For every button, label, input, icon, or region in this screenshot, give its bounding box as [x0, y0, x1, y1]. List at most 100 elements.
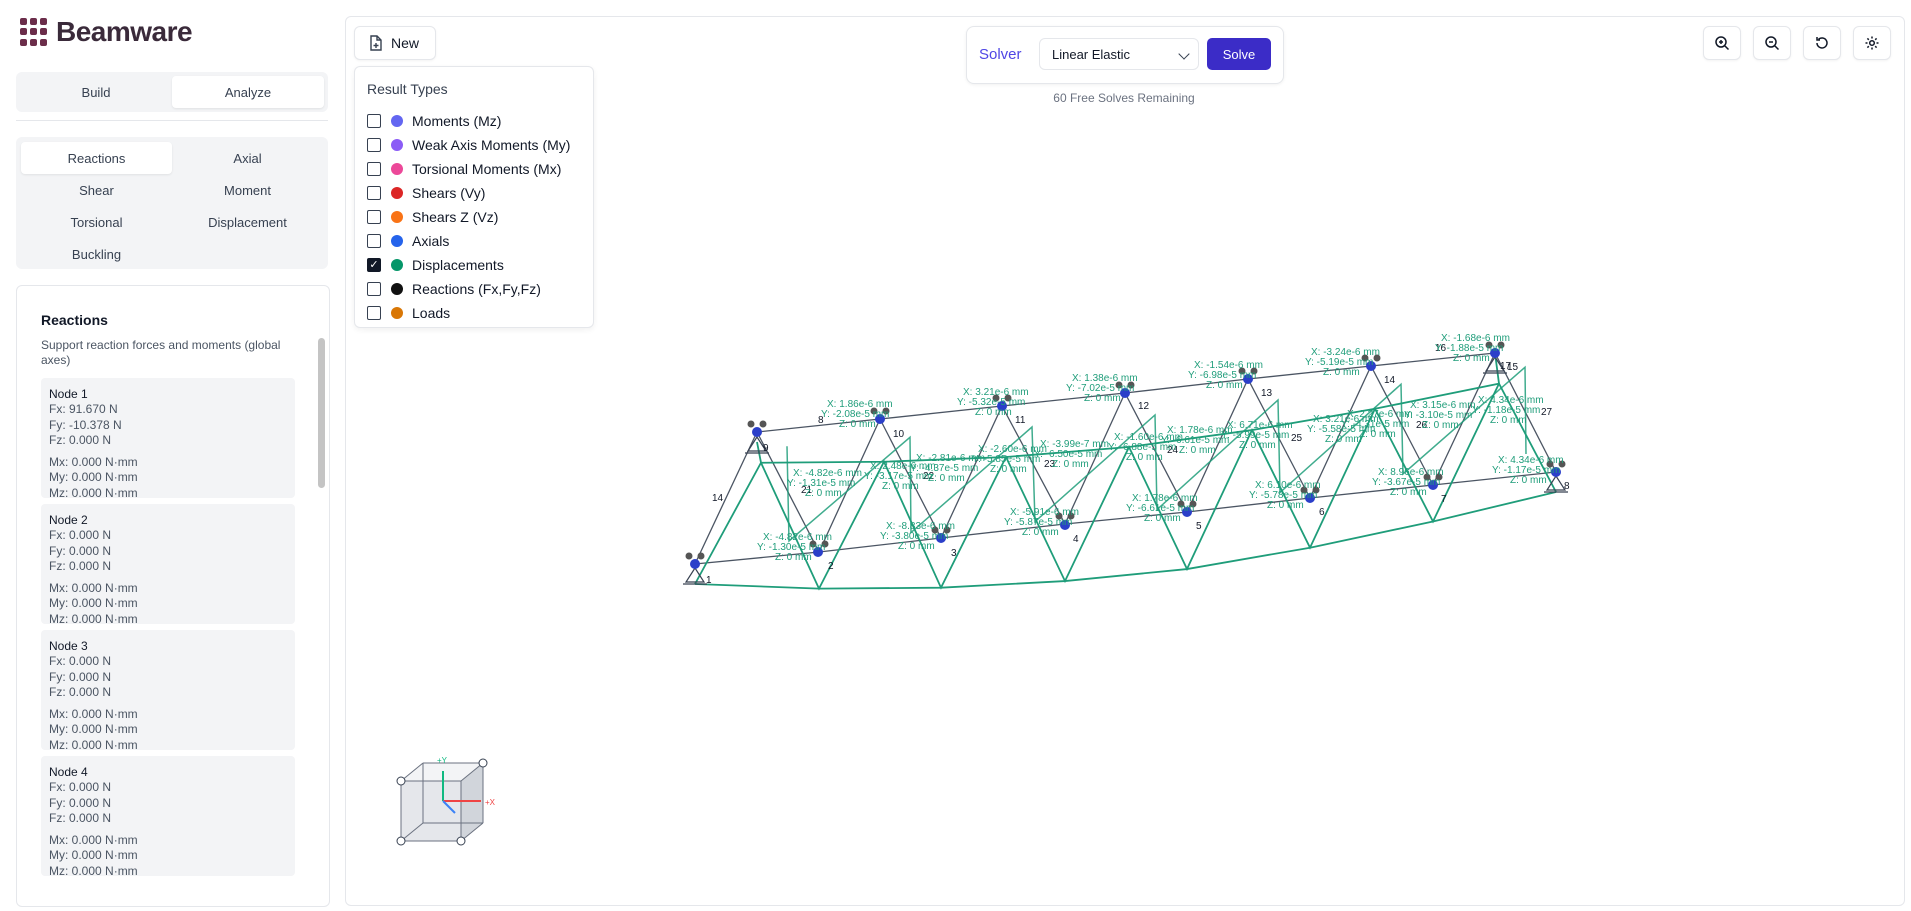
- node-card: Node 2 Fx: 0.000 N Fy: 0.000 N Fz: 0.000…: [41, 504, 295, 626]
- view-cube-corner: [456, 836, 466, 846]
- node-fx: Fx: 0.000 N: [49, 654, 112, 668]
- result-type-checkbox[interactable]: [367, 282, 381, 296]
- displacement-label: Z: 0 mm: [1323, 367, 1360, 378]
- new-button-label: New: [391, 35, 420, 51]
- solve-button[interactable]: Solve: [1207, 38, 1271, 70]
- displacement-label: Z: 0 mm: [1359, 429, 1396, 440]
- result-type-option[interactable]: Moments (Mz): [367, 111, 501, 131]
- node-point: [752, 427, 762, 437]
- result-type-checkbox[interactable]: [367, 306, 381, 320]
- app-logo[interactable]: Beamware: [20, 16, 193, 48]
- tab-displacement[interactable]: Displacement: [172, 206, 323, 238]
- new-button[interactable]: New: [354, 26, 436, 60]
- result-type-option[interactable]: Loads: [367, 303, 450, 323]
- node-name: Node 1: [49, 387, 88, 401]
- node-fz: Fz: 0.000 N: [49, 685, 112, 700]
- node-fx: Fx: 0.000 N: [49, 780, 112, 794]
- result-type-label: Moments (Mz): [412, 113, 502, 129]
- app-name: Beamware: [56, 16, 193, 47]
- joint: [685, 552, 693, 560]
- result-type-color-dot: [391, 283, 403, 295]
- new-file-icon: [370, 35, 382, 51]
- solver-select-value: Linear Elastic: [1052, 46, 1131, 62]
- node-label: 2: [828, 561, 834, 572]
- tab-axial[interactable]: Axial: [172, 142, 323, 174]
- result-type-option[interactable]: Displacements: [367, 255, 504, 275]
- node-fz: Fz: 0.000 N: [49, 433, 112, 448]
- tab-torsional[interactable]: Torsional: [21, 206, 172, 238]
- result-type-color-dot: [391, 139, 403, 151]
- result-type-option[interactable]: Shears (Vy): [367, 183, 485, 203]
- node-label: 25: [1291, 433, 1303, 444]
- result-type-option[interactable]: Reactions (Fx,Fy,Fz): [367, 279, 541, 299]
- displacement-label: Z: 0 mm: [882, 481, 919, 492]
- result-types-panel: Result Types Moments (Mz) Weak Axis Momen…: [354, 66, 594, 328]
- displacement-label: Z: 0 mm: [1390, 487, 1427, 498]
- node-fy: Fy: 0.000 N: [49, 669, 112, 684]
- joint: [697, 552, 705, 560]
- result-type-checkbox[interactable]: [367, 138, 381, 152]
- node-mx: Mx: 0.000 N·mm: [49, 832, 138, 847]
- displacement-label: Z: 0 mm: [775, 552, 812, 563]
- tab-reactions[interactable]: Reactions: [21, 142, 172, 174]
- zoom-in-icon: [1715, 36, 1730, 51]
- node-mz: Mz: 0.000 N·mm: [49, 737, 138, 752]
- displacement-label: Z: 0 mm: [1022, 527, 1059, 538]
- displacement-label: Z: 0 mm: [1490, 415, 1527, 426]
- node-name: Node 4: [49, 765, 88, 779]
- panel-subtitle: Support reaction forces and moments (glo…: [41, 338, 281, 367]
- pin-support-icon: [684, 566, 706, 583]
- joint: [747, 420, 755, 428]
- x-axis-label: +X: [485, 798, 496, 807]
- settings-icon: [1865, 36, 1879, 50]
- node-fz: Fz: 0.000 N: [49, 559, 112, 574]
- tab-buckling[interactable]: Buckling: [21, 238, 172, 270]
- node-mz: Mz: 0.000 N·mm: [49, 485, 138, 500]
- solver-label: Solver: [979, 46, 1022, 63]
- result-type-checkbox[interactable]: [367, 114, 381, 128]
- displacement-label: Z: 0 mm: [975, 407, 1012, 418]
- tab-moment[interactable]: Moment: [172, 174, 323, 206]
- displacement-label: Z: 0 mm: [1144, 513, 1181, 524]
- settings-button[interactable]: [1853, 26, 1891, 60]
- node-fx: Fx: 0.000 N: [49, 528, 112, 542]
- result-type-checkbox[interactable]: [367, 186, 381, 200]
- result-type-checkbox[interactable]: [367, 210, 381, 224]
- node-fy: Fy: 0.000 N: [49, 795, 112, 810]
- node-label: 4: [1073, 534, 1079, 545]
- zoom-out-icon: [1765, 36, 1780, 51]
- displacement-label: Z: 0 mm: [1267, 500, 1304, 511]
- result-type-option[interactable]: Weak Axis Moments (My): [367, 135, 570, 155]
- tab-shear[interactable]: Shear: [21, 174, 172, 206]
- node-label: 9: [763, 443, 769, 454]
- result-type-option[interactable]: Axials: [367, 231, 449, 251]
- reset-view-button[interactable]: [1803, 26, 1841, 60]
- displacement-label: Z: 0 mm: [1052, 459, 1089, 470]
- solver-select[interactable]: Linear Elastic: [1039, 38, 1199, 70]
- result-type-label: Loads: [412, 305, 451, 321]
- result-type-checkbox[interactable]: [367, 234, 381, 248]
- node-name: Node 3: [49, 639, 88, 653]
- result-type-checkbox[interactable]: [367, 162, 381, 176]
- chevron-down-icon: [1178, 48, 1190, 60]
- zoom-in-button[interactable]: [1703, 26, 1741, 60]
- result-type-label: Torsional Moments (Mx): [412, 161, 562, 177]
- panel-scrollbar[interactable]: [318, 338, 325, 488]
- result-type-color-dot: [391, 163, 403, 175]
- result-type-option[interactable]: Shears Z (Vz): [367, 207, 498, 227]
- displacement-label: Z: 0 mm: [1179, 445, 1216, 456]
- node-my: My: 0.000 N·mm: [49, 470, 138, 485]
- result-type-option[interactable]: Torsional Moments (Mx): [367, 159, 561, 179]
- node-my: My: 0.000 N·mm: [49, 722, 138, 737]
- displacement-label: Z: 0 mm: [1453, 353, 1490, 364]
- tab-build[interactable]: Build: [20, 76, 172, 108]
- tab-analyze[interactable]: Analyze: [172, 76, 324, 108]
- node-mz: Mz: 0.000 N·mm: [49, 611, 138, 626]
- node-label: 14: [1384, 375, 1396, 386]
- node-label: 13: [1261, 388, 1273, 399]
- solves-remaining: 60 Free Solves Remaining: [1053, 91, 1195, 105]
- result-type-checkbox[interactable]: [367, 258, 381, 272]
- node-label: 6: [1319, 507, 1325, 518]
- panel-title: Reactions: [41, 312, 108, 328]
- zoom-out-button[interactable]: [1753, 26, 1791, 60]
